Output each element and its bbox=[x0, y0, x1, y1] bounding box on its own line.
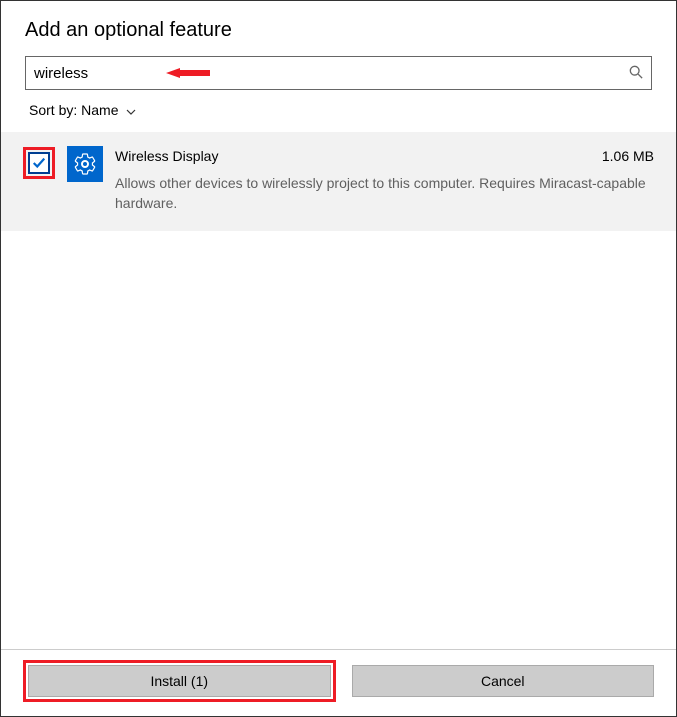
feature-checkbox[interactable] bbox=[28, 152, 50, 174]
install-button[interactable]: Install (1) bbox=[28, 665, 331, 697]
feature-item[interactable]: Wireless Display 1.06 MB Allows other de… bbox=[1, 132, 676, 231]
search-icon[interactable] bbox=[629, 65, 643, 82]
footer: Install (1) Cancel bbox=[1, 649, 676, 716]
search-box[interactable] bbox=[25, 56, 652, 90]
annotation-highlight bbox=[23, 147, 55, 179]
gear-icon bbox=[67, 146, 103, 182]
feature-name: Wireless Display bbox=[115, 148, 218, 164]
sort-by[interactable]: Sort by: Name bbox=[25, 102, 652, 118]
feature-list: Wireless Display 1.06 MB Allows other de… bbox=[1, 132, 676, 231]
annotation-highlight: Install (1) bbox=[23, 660, 336, 702]
cancel-button[interactable]: Cancel bbox=[352, 665, 655, 697]
chevron-down-icon bbox=[126, 102, 136, 118]
sort-prefix: Sort by: bbox=[29, 102, 77, 118]
page-title: Add an optional feature bbox=[25, 19, 652, 42]
feature-size: 1.06 MB bbox=[602, 148, 654, 164]
sort-value: Name bbox=[81, 102, 118, 118]
search-input[interactable] bbox=[34, 65, 621, 82]
feature-description: Allows other devices to wirelessly proje… bbox=[115, 174, 654, 213]
